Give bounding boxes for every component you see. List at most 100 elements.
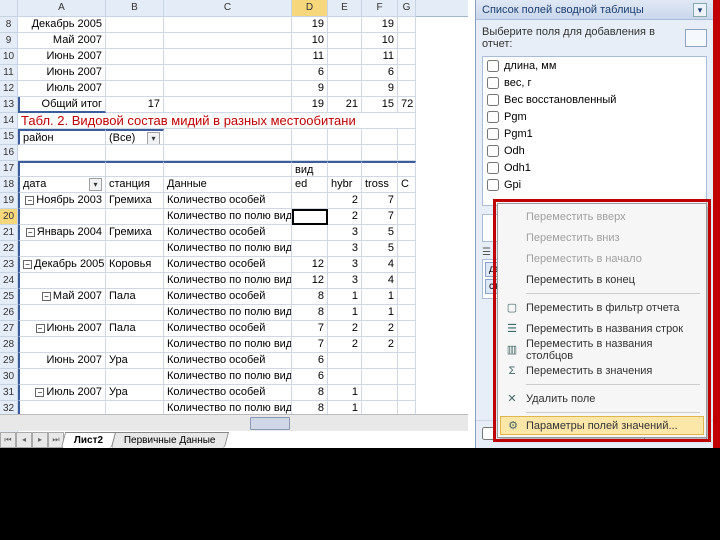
cell[interactable] <box>106 273 164 289</box>
cell[interactable]: 19 <box>292 97 328 113</box>
row-header[interactable]: 16 <box>0 145 18 161</box>
cell[interactable]: 2 <box>328 193 362 209</box>
hscrollbar[interactable] <box>0 414 468 431</box>
row-header[interactable]: 20 <box>0 209 18 225</box>
cell[interactable]: район <box>18 129 106 145</box>
cell[interactable]: 15 <box>362 97 398 113</box>
cell[interactable]: Количество особей <box>164 257 292 273</box>
cell[interactable] <box>328 145 362 161</box>
cell[interactable]: Количество особей <box>164 289 292 305</box>
cell[interactable] <box>398 321 416 337</box>
col-header[interactable]: F <box>362 0 398 17</box>
field-checkbox[interactable] <box>487 60 499 72</box>
scroll-thumb[interactable] <box>250 417 290 430</box>
cell[interactable] <box>106 81 164 97</box>
row-header[interactable]: 18 <box>0 177 18 193</box>
cell[interactable] <box>398 273 416 289</box>
row-header[interactable]: 19 <box>0 193 18 209</box>
cell[interactable] <box>328 65 362 81</box>
cell[interactable]: 72 <box>398 97 416 113</box>
cell[interactable]: Июнь 2007 <box>18 49 106 65</box>
cell[interactable]: −Июнь 2007 <box>18 321 106 337</box>
cell[interactable] <box>106 369 164 385</box>
cell[interactable]: Декабрь 2005 <box>18 17 106 33</box>
cell[interactable] <box>398 369 416 385</box>
collapse-icon[interactable]: − <box>26 228 35 237</box>
cell[interactable]: 8 <box>292 385 328 401</box>
field-checkbox[interactable] <box>487 128 499 140</box>
cell[interactable] <box>398 129 416 145</box>
cell[interactable]: 5 <box>362 225 398 241</box>
cell[interactable]: 21 <box>328 97 362 113</box>
cell[interactable] <box>362 401 398 414</box>
cell[interactable]: 1 <box>328 401 362 414</box>
row-header[interactable]: 30 <box>0 369 18 385</box>
cell[interactable]: 12 <box>292 257 328 273</box>
cell[interactable]: Количество особей <box>164 193 292 209</box>
field-item[interactable]: Pgm1 <box>483 125 706 142</box>
collapse-icon[interactable]: − <box>35 388 44 397</box>
cell[interactable] <box>398 65 416 81</box>
cell[interactable] <box>164 81 292 97</box>
cell[interactable]: Ура <box>106 385 164 401</box>
cell[interactable]: Количество по полю вид <box>164 369 292 385</box>
cell[interactable] <box>18 305 106 321</box>
field-checkbox[interactable] <box>487 145 499 157</box>
cell[interactable]: 19 <box>362 17 398 33</box>
cell[interactable]: Пала <box>106 289 164 305</box>
cell[interactable]: 2 <box>362 321 398 337</box>
cell[interactable]: Количество по полю вид <box>164 337 292 353</box>
cell[interactable]: Количество по полю вид <box>164 209 292 225</box>
cell[interactable]: 7 <box>292 337 328 353</box>
cell[interactable] <box>328 81 362 97</box>
cell[interactable]: 2 <box>362 337 398 353</box>
cell[interactable]: С <box>398 177 416 193</box>
cell[interactable] <box>18 241 106 257</box>
cell[interactable] <box>328 369 362 385</box>
row-header[interactable]: 17 <box>0 161 18 177</box>
cell[interactable] <box>106 209 164 225</box>
cell[interactable] <box>164 17 292 33</box>
cell[interactable] <box>106 17 164 33</box>
cell[interactable] <box>398 337 416 353</box>
cell[interactable] <box>18 401 106 414</box>
row-header[interactable]: 24 <box>0 273 18 289</box>
field-item[interactable]: Gpi <box>483 176 706 193</box>
cell[interactable] <box>18 209 106 225</box>
cell[interactable] <box>398 225 416 241</box>
cell[interactable] <box>328 33 362 49</box>
column-headers[interactable]: ABCDEFG <box>0 0 468 17</box>
cell[interactable] <box>164 33 292 49</box>
col-header[interactable]: G <box>398 0 416 17</box>
cell[interactable]: 8 <box>292 289 328 305</box>
cell[interactable]: Количество особей <box>164 385 292 401</box>
field-item[interactable]: Pgm <box>483 108 706 125</box>
cell[interactable]: Июль 2007 <box>18 81 106 97</box>
cell[interactable]: Данные <box>164 177 292 193</box>
cell[interactable] <box>362 353 398 369</box>
cell[interactable] <box>292 241 328 257</box>
row-header[interactable]: 27 <box>0 321 18 337</box>
cell[interactable] <box>18 337 106 353</box>
cell[interactable]: 3 <box>328 225 362 241</box>
field-list[interactable]: длина, ммвес, гВес восстановленныйPgmPgm… <box>482 56 707 206</box>
cell[interactable] <box>398 193 416 209</box>
cell[interactable]: 6 <box>362 65 398 81</box>
row-header[interactable]: 15 <box>0 129 18 145</box>
cell[interactable] <box>106 337 164 353</box>
pane-layout-button[interactable] <box>685 29 707 47</box>
cell[interactable] <box>292 145 328 161</box>
cell[interactable] <box>106 49 164 65</box>
cell[interactable] <box>398 385 416 401</box>
cell[interactable]: 1 <box>362 305 398 321</box>
cell[interactable] <box>106 145 164 161</box>
cell[interactable] <box>328 353 362 369</box>
cell[interactable]: Количество особей <box>164 321 292 337</box>
cell[interactable] <box>328 161 362 177</box>
cell[interactable]: −Май 2007 <box>18 289 106 305</box>
row-header[interactable]: 21 <box>0 225 18 241</box>
cell[interactable] <box>398 305 416 321</box>
cell[interactable]: Ура <box>106 353 164 369</box>
cell[interactable]: 9 <box>292 81 328 97</box>
cell[interactable]: 7 <box>362 209 398 225</box>
